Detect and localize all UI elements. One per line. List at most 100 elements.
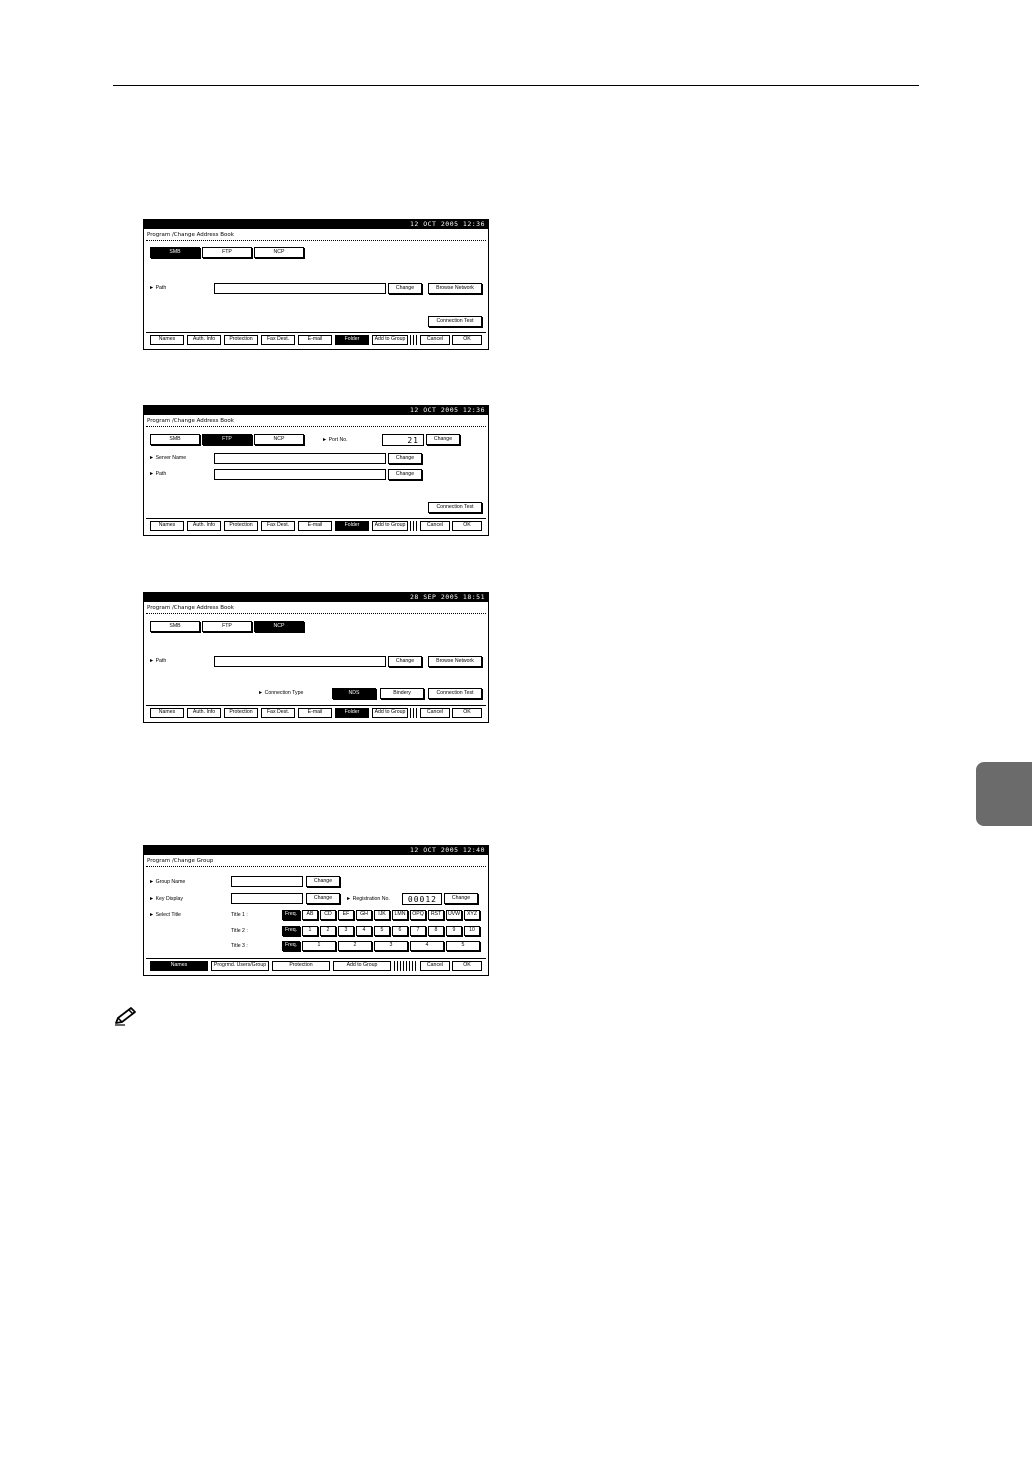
title-3-label: Title 3 : [231, 943, 248, 949]
group-name-field[interactable] [231, 876, 303, 887]
title2-key-4[interactable]: 4 [356, 926, 372, 936]
cancel-button[interactable]: Cancel [420, 521, 450, 531]
tab-email[interactable]: E-mail [298, 335, 332, 345]
title2-key-freq[interactable]: Freq. [282, 926, 300, 936]
change-key-display-button[interactable]: Change [306, 893, 340, 904]
change-path-button[interactable]: Change [388, 283, 422, 294]
title-divider [146, 426, 486, 427]
title2-key-3[interactable]: 3 [338, 926, 354, 936]
change-registration-button[interactable]: Change [444, 893, 478, 904]
tab-ftp[interactable]: FTP [202, 621, 252, 632]
tab-smb[interactable]: SMB [150, 621, 200, 632]
browse-network-button[interactable]: Browse Network [428, 283, 482, 294]
tab-add-to-group[interactable]: Add to Group [372, 335, 408, 345]
title1-key-ef[interactable]: EF [338, 910, 354, 920]
nds-button[interactable]: NDS [332, 688, 376, 699]
title3-key-1[interactable]: 1 [302, 941, 336, 951]
registration-no-value: 00012 [402, 893, 442, 905]
tab-names[interactable]: Names [150, 961, 208, 971]
tab-add-to-group[interactable]: Add to Group [372, 521, 408, 531]
title2-key-2[interactable]: 2 [320, 926, 336, 936]
title2-key-6[interactable]: 6 [392, 926, 408, 936]
tab-programmed-users-group[interactable]: Progrmd. Users/Group [211, 961, 269, 971]
tab-names[interactable]: Names [150, 521, 184, 531]
screen-title: Program /Change Group [147, 858, 214, 864]
change-path-button[interactable]: Change [388, 656, 422, 667]
server-name-field[interactable] [214, 453, 386, 464]
tab-add-to-group[interactable]: Add to Group [372, 708, 408, 718]
title2-key-7[interactable]: 7 [410, 926, 426, 936]
tab-add-to-group[interactable]: Add to Group [333, 961, 391, 971]
cancel-button[interactable]: Cancel [420, 335, 450, 345]
ok-button[interactable]: OK [452, 961, 482, 971]
tab-folder[interactable]: Folder [335, 335, 369, 345]
title2-key-10[interactable]: 10 [464, 926, 480, 936]
path-field[interactable] [214, 469, 386, 480]
title1-key-gh[interactable]: GH [356, 910, 372, 920]
path-label: ► Path [149, 658, 167, 664]
tab-protection[interactable]: Protection [224, 521, 258, 531]
tab-ncp[interactable]: NCP [254, 247, 304, 258]
tab-folder[interactable]: Folder [335, 521, 369, 531]
change-server-button[interactable]: Change [388, 453, 422, 464]
group-screen: 12 OCT 2005 12:40 Program /Change Group … [143, 845, 489, 976]
tab-smb[interactable]: SMB [150, 247, 200, 258]
change-port-button[interactable]: Change [426, 434, 460, 445]
path-label: ► Path [149, 285, 167, 291]
bindery-button[interactable]: Bindery [380, 688, 424, 699]
connection-test-button[interactable]: Connection Test [428, 688, 482, 699]
tab-fax-dest[interactable]: Fax Dest. [261, 521, 295, 531]
title3-key-4[interactable]: 4 [410, 941, 444, 951]
tab-fax-dest[interactable]: Fax Dest. [261, 708, 295, 718]
title1-key-ijk[interactable]: IJK [374, 910, 390, 920]
tab-protection[interactable]: Protection [224, 708, 258, 718]
tab-folder[interactable]: Folder [335, 708, 369, 718]
title1-key-cd[interactable]: CD [320, 910, 336, 920]
tab-auth-info[interactable]: Auth. Info [187, 335, 221, 345]
connection-test-button[interactable]: Connection Test [428, 502, 482, 513]
title1-key-opq[interactable]: OPQ [410, 910, 426, 920]
title3-key-5[interactable]: 5 [446, 941, 480, 951]
tab-ncp[interactable]: NCP [254, 621, 304, 632]
tab-ftp[interactable]: FTP [202, 434, 252, 445]
tab-auth-info[interactable]: Auth. Info [187, 708, 221, 718]
title1-key-uvw[interactable]: UVW [446, 910, 462, 920]
title2-key-5[interactable]: 5 [374, 926, 390, 936]
ok-button[interactable]: OK [452, 335, 482, 345]
change-group-name-button[interactable]: Change [306, 876, 340, 887]
tab-ncp[interactable]: NCP [254, 434, 304, 445]
tab-email[interactable]: E-mail [298, 521, 332, 531]
title1-key-rst[interactable]: RST [428, 910, 444, 920]
tab-protection[interactable]: Protection [272, 961, 330, 971]
path-field[interactable] [214, 656, 386, 667]
title2-key-1[interactable]: 1 [302, 926, 318, 936]
title3-key-2[interactable]: 2 [338, 941, 372, 951]
tab-email[interactable]: E-mail [298, 708, 332, 718]
ok-button[interactable]: OK [452, 708, 482, 718]
tab-smb[interactable]: SMB [150, 434, 200, 445]
cancel-button[interactable]: Cancel [420, 961, 450, 971]
tab-fax-dest[interactable]: Fax Dest. [261, 335, 295, 345]
title1-key-ab[interactable]: AB [302, 910, 318, 920]
title3-key-freq[interactable]: Freq. [282, 941, 300, 951]
key-display-field[interactable] [231, 893, 303, 904]
path-field[interactable] [214, 283, 386, 294]
tab-auth-info[interactable]: Auth. Info [187, 521, 221, 531]
tab-names[interactable]: Names [150, 335, 184, 345]
title2-key-8[interactable]: 8 [428, 926, 444, 936]
ok-button[interactable]: OK [452, 521, 482, 531]
title2-key-9[interactable]: 9 [446, 926, 462, 936]
title3-key-3[interactable]: 3 [374, 941, 408, 951]
browse-network-button[interactable]: Browse Network [428, 656, 482, 667]
tab-protection[interactable]: Protection [224, 335, 258, 345]
title1-key-freq[interactable]: Freq. [282, 910, 300, 920]
port-value: 21 [382, 434, 424, 446]
connection-test-button[interactable]: Connection Test [428, 316, 482, 327]
change-path-button[interactable]: Change [388, 469, 422, 480]
tab-ftp[interactable]: FTP [202, 247, 252, 258]
tab-names[interactable]: Names [150, 708, 184, 718]
cancel-button[interactable]: Cancel [420, 708, 450, 718]
title1-key-xyz[interactable]: XYZ [464, 910, 480, 920]
screen-title: Program /Change Address Book [147, 232, 234, 238]
title1-key-lmn[interactable]: LMN [392, 910, 408, 920]
